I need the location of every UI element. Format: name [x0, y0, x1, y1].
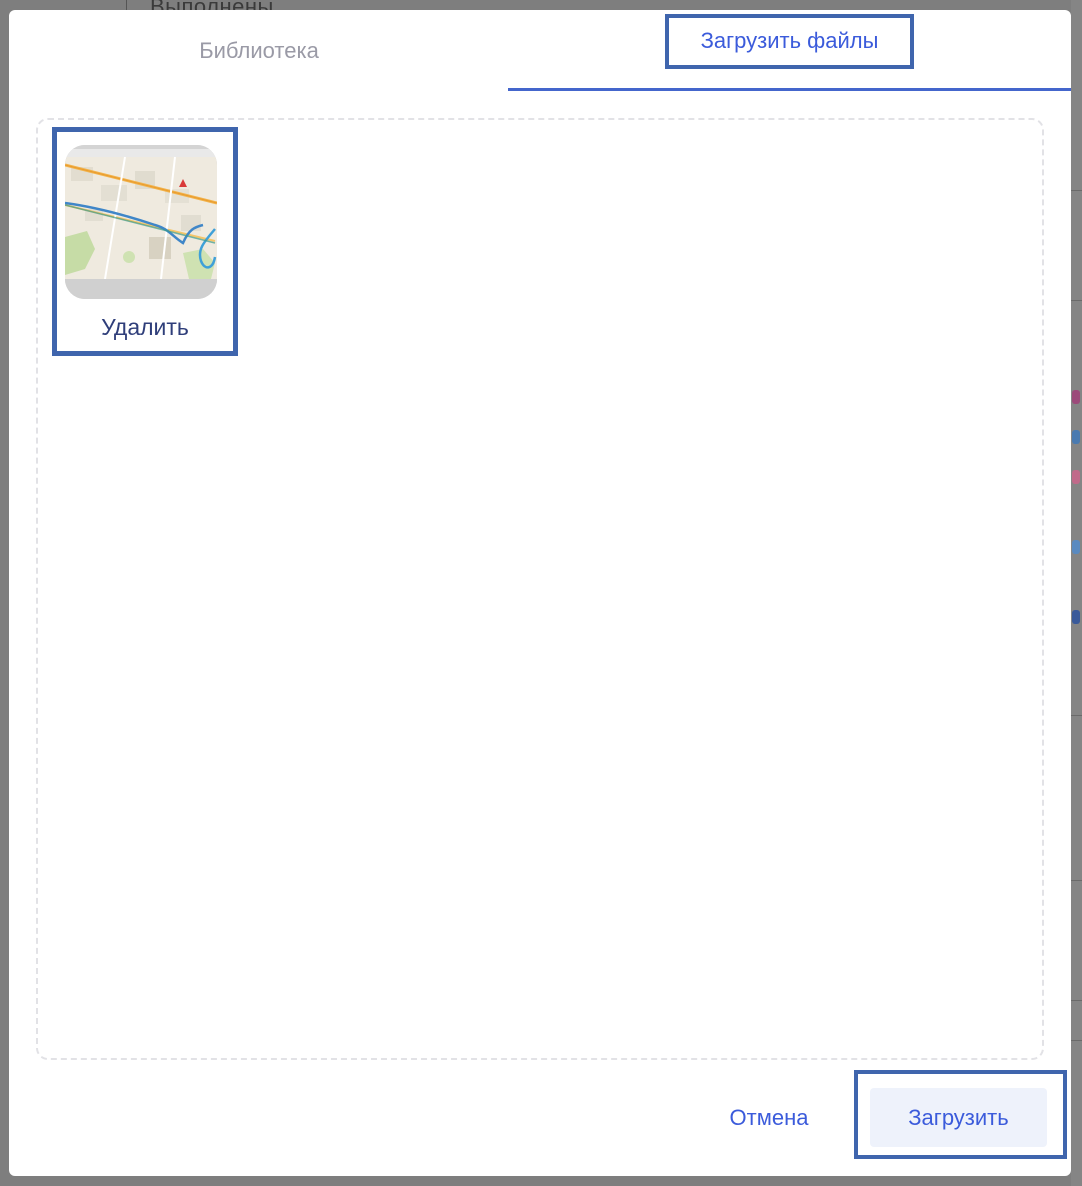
upload-modal: Библиотека Загрузить файлы Удалить Отмен… — [9, 10, 1071, 1176]
tab-library-label: Библиотека — [199, 37, 319, 63]
map-thumbnail-image — [65, 145, 217, 299]
active-tab-underline — [508, 88, 1071, 91]
tab-library[interactable]: Библиотека — [9, 10, 509, 91]
cancel-button[interactable]: Отмена — [709, 1100, 829, 1136]
file-thumbnail — [65, 145, 217, 299]
background-mark — [1072, 470, 1080, 484]
tab-upload-files-label: Загрузить файлы — [664, 14, 915, 69]
background-divider — [1071, 300, 1082, 301]
delete-file-button[interactable]: Удалить — [57, 314, 233, 341]
upload-button[interactable]: Загрузить — [870, 1088, 1047, 1147]
background-right-strip — [1071, 0, 1082, 1186]
file-card: Удалить — [52, 127, 238, 356]
modal-tabs: Библиотека Загрузить файлы — [9, 10, 1071, 91]
background-mark — [1072, 540, 1080, 554]
upload-button-frame: Загрузить — [854, 1070, 1067, 1159]
background-divider — [1071, 1000, 1082, 1001]
background-divider — [1071, 190, 1082, 191]
background-mark — [1072, 610, 1080, 624]
tab-upload-files[interactable]: Загрузить файлы — [508, 10, 1071, 91]
background-mark — [1072, 430, 1080, 444]
background-divider — [1071, 880, 1082, 881]
background-divider — [1071, 715, 1082, 716]
background-divider — [1071, 1040, 1082, 1041]
background-mark — [1072, 390, 1080, 404]
